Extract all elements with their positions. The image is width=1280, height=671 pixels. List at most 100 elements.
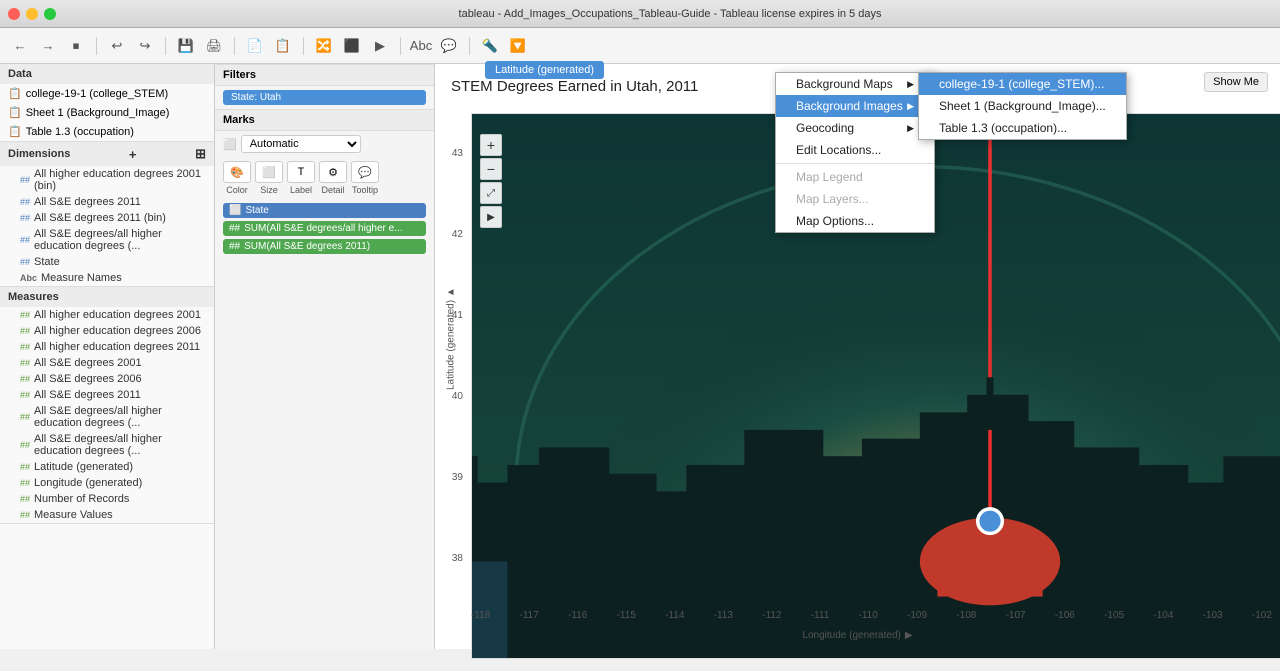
dimension-icon: ## bbox=[20, 257, 30, 267]
zoom-arrow-button[interactable]: ▶ bbox=[480, 206, 502, 228]
measure-icon: ## bbox=[20, 342, 30, 352]
marks-pill-state[interactable]: ⬜ State bbox=[223, 203, 426, 218]
redo-button[interactable]: ↪ bbox=[133, 34, 157, 58]
menu-map-options[interactable]: Map Options... bbox=[776, 210, 934, 232]
detail-icon: ⚙ bbox=[319, 161, 347, 183]
sheet-item-occupation[interactable]: 📋 Table 1.3 (occupation) bbox=[0, 122, 214, 141]
add-dimension-icon[interactable]: + bbox=[129, 147, 137, 162]
show-me-button[interactable]: Show Me bbox=[1204, 72, 1268, 92]
forward-button[interactable]: → bbox=[36, 34, 60, 58]
dimension-icon: ## bbox=[20, 213, 30, 223]
dim-item-measure-names[interactable]: Abc Measure Names bbox=[0, 270, 214, 286]
data-section-header[interactable]: Data bbox=[0, 64, 214, 84]
x-label-4: -114 bbox=[665, 610, 684, 621]
menu-map-legend: Map Legend bbox=[776, 166, 934, 188]
data-section: Data 📋 college-19-1 (college_STEM) 📋 She… bbox=[0, 64, 214, 142]
undo-button[interactable]: ↩ bbox=[105, 34, 129, 58]
dim-item-3[interactable]: ## All S&E degrees/all higher education … bbox=[0, 226, 214, 254]
x-label-13: -105 bbox=[1104, 610, 1124, 621]
window-controls[interactable] bbox=[8, 8, 56, 20]
submenu-sheet1[interactable]: Sheet 1 (Background_Image)... bbox=[919, 95, 1126, 117]
measures-header[interactable]: Measures bbox=[0, 287, 214, 307]
maximize-button[interactable] bbox=[44, 8, 56, 20]
dimensions-header[interactable]: Dimensions + ⊞ bbox=[0, 142, 214, 166]
print-button[interactable]: 🖨 bbox=[202, 34, 226, 58]
measure-item-values[interactable]: ## Measure Values bbox=[0, 507, 214, 523]
menu-background-images[interactable]: Background Images ▶ bbox=[776, 95, 934, 117]
measure-item-lon[interactable]: ## Longitude (generated) bbox=[0, 475, 214, 491]
save-button[interactable]: 💾 bbox=[174, 34, 198, 58]
y-axis-title: Latitude (generated) ▲ bbox=[446, 287, 457, 390]
submenu-arrow-icon: ▶ bbox=[907, 101, 914, 112]
detail-control[interactable]: ⚙ Detail bbox=[319, 161, 347, 195]
marks-type-select[interactable]: Automatic Bar Line Circle Map bbox=[241, 135, 361, 153]
stop-button[interactable]: ⏹ bbox=[64, 34, 88, 58]
arrow-icon: ▶ bbox=[905, 630, 913, 641]
map-context-menu: Background Maps ▶ Background Images ▶ Ge… bbox=[775, 72, 935, 233]
measure-item-5[interactable]: ## All S&E degrees 2011 bbox=[0, 387, 214, 403]
measure-item-4[interactable]: ## All S&E degrees 2006 bbox=[0, 371, 214, 387]
measure-icon: ## bbox=[20, 494, 30, 504]
dim-item-0[interactable]: ## All higher education degrees 2001 (bi… bbox=[0, 166, 214, 194]
sep2 bbox=[165, 37, 166, 55]
measure-icon: ## bbox=[20, 478, 30, 488]
dim-item-2[interactable]: ## All S&E degrees 2011 (bin) bbox=[0, 210, 214, 226]
size-control[interactable]: ⬜ Size bbox=[255, 161, 283, 195]
label-control[interactable]: T Label bbox=[287, 161, 315, 195]
measure-item-2[interactable]: ## All higher education degrees 2011 bbox=[0, 339, 214, 355]
measure-item-0[interactable]: ## All higher education degrees 2001 bbox=[0, 307, 214, 323]
close-button[interactable] bbox=[8, 8, 20, 20]
measure-item-1[interactable]: ## All higher education degrees 2006 bbox=[0, 323, 214, 339]
tooltip-button[interactable]: 💬 bbox=[437, 34, 461, 58]
sort-button[interactable]: ⬛ bbox=[340, 34, 364, 58]
dim-item-state[interactable]: ## State bbox=[0, 254, 214, 270]
marks-controls: 🎨 Color ⬜ Size T Label ⚙ Detail 💬 To bbox=[215, 157, 434, 199]
duplicate-button[interactable]: 📋 bbox=[271, 34, 295, 58]
measure-icon: ## bbox=[20, 374, 30, 384]
color-control[interactable]: 🎨 Color bbox=[223, 161, 251, 195]
filter-button[interactable]: 🔽 bbox=[506, 34, 530, 58]
pill-icon: ## bbox=[229, 241, 240, 252]
y-label-42: 42 bbox=[452, 229, 463, 240]
highlight-button[interactable]: 🔦 bbox=[478, 34, 502, 58]
labels-button[interactable]: Abc bbox=[409, 34, 433, 58]
tooltip-control[interactable]: 💬 Tooltip bbox=[351, 161, 379, 195]
menu-geocoding[interactable]: Geocoding ▶ bbox=[776, 117, 934, 139]
expand-dimension-icon[interactable]: ⊞ bbox=[195, 146, 206, 162]
zoom-reset-button[interactable]: ⤢ bbox=[480, 182, 502, 204]
submenu-college-stem[interactable]: college-19-1 (college_STEM)... bbox=[919, 73, 1126, 95]
sheet-item-background[interactable]: 📋 Sheet 1 (Background_Image) bbox=[0, 103, 214, 122]
measure-icon: ## bbox=[20, 390, 30, 400]
filter-pill-state[interactable]: State: Utah bbox=[223, 90, 426, 105]
measure-item-lat[interactable]: ## Latitude (generated) bbox=[0, 459, 214, 475]
measure-item-6[interactable]: ## All S&E degrees/all higher education … bbox=[0, 403, 214, 431]
measure-item-7[interactable]: ## All S&E degrees/all higher education … bbox=[0, 431, 214, 459]
x-label-14: -104 bbox=[1153, 610, 1173, 621]
marks-pill-sne-pct[interactable]: ## SUM(All S&E degrees/all higher e... bbox=[223, 221, 426, 236]
x-label-10: -108 bbox=[956, 610, 976, 621]
sheet-icon: 📋 bbox=[8, 125, 22, 138]
zoom-out-button[interactable]: − bbox=[480, 158, 502, 180]
minimize-button[interactable] bbox=[26, 8, 38, 20]
new-sheet-button[interactable]: 📄 bbox=[243, 34, 267, 58]
x-label-2: -116 bbox=[568, 610, 587, 621]
x-label-12: -106 bbox=[1055, 610, 1075, 621]
menu-background-maps[interactable]: Background Maps ▶ bbox=[776, 73, 934, 95]
back-button[interactable]: ← bbox=[8, 34, 32, 58]
measure-item-3[interactable]: ## All S&E degrees 2001 bbox=[0, 355, 214, 371]
swap-button[interactable]: 🔀 bbox=[312, 34, 336, 58]
dim-item-1[interactable]: ## All S&E degrees 2011 bbox=[0, 194, 214, 210]
tooltip-icon: 💬 bbox=[351, 161, 379, 183]
left-sidebar: Data 📋 college-19-1 (college_STEM) 📋 She… bbox=[0, 64, 215, 649]
measure-icon: ## bbox=[20, 510, 30, 520]
latitude-pill[interactable]: Latitude (generated) bbox=[485, 61, 604, 79]
submenu-table13[interactable]: Table 1.3 (occupation)... bbox=[919, 117, 1126, 139]
menu-edit-locations[interactable]: Edit Locations... bbox=[776, 139, 934, 161]
marks-pill-sne-2011[interactable]: ## SUM(All S&E degrees 2011) bbox=[223, 239, 426, 254]
measure-item-records[interactable]: ## Number of Records bbox=[0, 491, 214, 507]
sheet-icon: 📋 bbox=[8, 106, 22, 119]
fit-button[interactable]: ▶ bbox=[368, 34, 392, 58]
marks-type-icon: ⬜ bbox=[223, 138, 237, 151]
sheet-item-college[interactable]: 📋 college-19-1 (college_STEM) bbox=[0, 84, 214, 103]
zoom-in-button[interactable]: + bbox=[480, 134, 502, 156]
